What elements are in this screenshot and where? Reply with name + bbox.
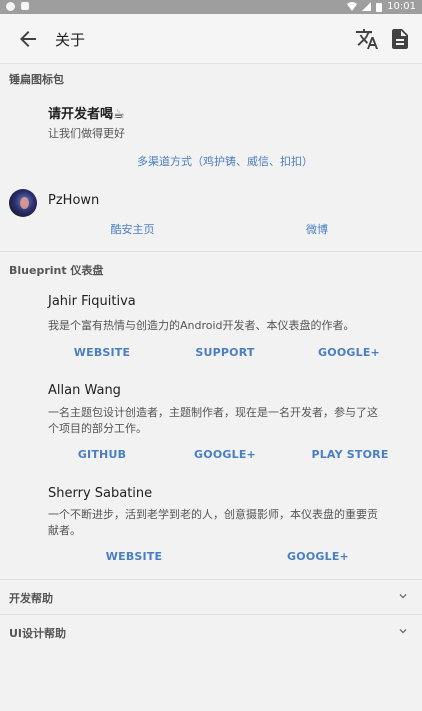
play-store-button[interactable]: PLAY STORE: [310, 448, 390, 461]
person-name: Jahir Fiquitiva: [48, 294, 136, 309]
ui-help-row[interactable]: UI设计帮助: [0, 615, 422, 649]
signal-icon: [362, 2, 372, 11]
person-name: Allan Wang: [48, 383, 121, 398]
support-button[interactable]: SUPPORT: [190, 346, 260, 359]
website-button[interactable]: WEBSITE: [68, 346, 136, 359]
status-bar: 10:01: [0, 0, 422, 14]
donate-title: 请开发者喝☕: [48, 107, 125, 122]
dev-help-label: 开发帮助: [9, 592, 53, 605]
document-icon[interactable]: [388, 27, 412, 51]
section-header-icon-pack: 锤扁图标包: [9, 73, 64, 86]
donate-link[interactable]: 多渠道方式（鸡护铸、威信、扣扣）: [100, 153, 350, 169]
chevron-down-icon: [399, 629, 407, 634]
google-plus-button[interactable]: GOOGLE+: [315, 346, 383, 359]
person-desc: 我是个富有热情与创造力的Android开发者、本仪表盘的作者。: [48, 319, 355, 332]
arrow-back-icon[interactable]: [16, 27, 40, 51]
avatar: [9, 189, 37, 217]
google-plus-button[interactable]: GOOGLE+: [283, 550, 353, 563]
person-name: Sherry Sabatine: [48, 486, 153, 501]
weibo-link[interactable]: 微博: [292, 221, 342, 237]
status-time: 10:01: [387, 1, 416, 12]
person-desc: 一名主题包设计创造者，主题制作者，现在是一名开发者，参与了这个项目的部分工作。: [48, 406, 378, 435]
chevron-down-icon: [399, 594, 407, 599]
coolapk-link[interactable]: 酷安主页: [95, 221, 170, 237]
battery-icon: [376, 2, 383, 12]
donate-desc: 让我们做得更好: [48, 127, 125, 140]
github-button[interactable]: GITHUB: [68, 448, 136, 461]
app-notification-icon: [21, 2, 29, 10]
author-name: PzHown: [48, 193, 100, 208]
person-desc: 一个不断进步，活到老学到老的人，创意摄影师，本仪表盘的重要贡献者。: [48, 508, 378, 537]
google-plus-button[interactable]: GOOGLE+: [190, 448, 260, 461]
wifi-icon: [347, 2, 358, 11]
translate-icon[interactable]: [355, 27, 379, 51]
toolbar: 关于: [0, 14, 422, 64]
divider: [0, 251, 422, 252]
notification-icon: [6, 2, 15, 11]
ui-help-label: UI设计帮助: [9, 627, 67, 640]
page-title: 关于: [55, 31, 86, 49]
dev-help-row[interactable]: 开发帮助: [0, 580, 422, 614]
section-header-blueprint: Blueprint 仪表盘: [9, 264, 104, 277]
website-button[interactable]: WEBSITE: [100, 550, 168, 563]
